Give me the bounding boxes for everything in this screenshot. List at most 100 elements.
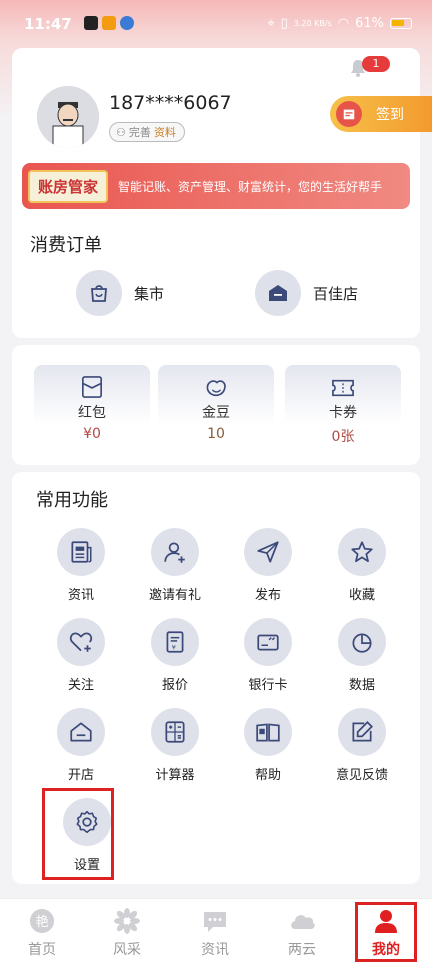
open-store-icon [57,708,105,756]
ledger-description: 智能记账、资产管理、财富统计，您的生活好帮手 [118,179,383,194]
tab-news[interactable]: 资讯 [185,907,245,959]
cloud-icon [288,907,316,935]
functions-title: 常用功能 [36,490,108,511]
home-logo-icon: 艳 [28,907,56,935]
func-bank-card-label: 银行卡 [248,678,288,693]
price-sheet-icon: ¥ [151,618,199,666]
user-edit-icon: ⚇ [116,125,126,139]
func-help-label: 帮助 [254,768,281,783]
profile-card: 1 187****6067 ⚇ 完善 资料 签到 账房管家 智能记账、资产管理、财… [12,48,432,338]
location-icon: ⌖ [267,16,275,31]
order-market-label: 集市 [134,284,165,303]
func-data[interactable]: 数据 [322,618,402,693]
func-news[interactable]: 资讯 [41,528,121,603]
status-app-icons [84,16,134,30]
shopping-bag-icon [76,270,122,316]
tab-mine-highlight-box [355,902,417,962]
func-calculator[interactable]: 计算器 [135,708,215,783]
tab-cloud[interactable]: 两云 [272,907,332,959]
func-favorite-label: 收藏 [348,588,375,603]
calendar-check-icon [336,101,362,127]
tab-home-label: 首页 [28,942,56,958]
func-quote-label: 报价 [161,678,188,693]
wallet-coupon[interactable]: 卡券 0张 [285,365,401,449]
battery-icon [390,18,412,29]
func-feedback[interactable]: 意见反馈 [322,708,402,783]
func-data-label: 数据 [348,678,375,693]
heart-plus-icon [57,618,105,666]
order-store[interactable]: 百佳店 [255,270,358,316]
wallet-gold-bean-name: 金豆 [202,405,230,421]
star-icon [338,528,386,576]
calculator-icon [151,708,199,756]
avatar-illustration [37,86,99,148]
sign-in-button[interactable]: 签到 [330,96,432,132]
newspaper-icon [57,528,105,576]
status-time: 11:47 [24,15,72,33]
status-bar: 11:47 ⌖ ▯ 3.20 KB/s ◠ 61% [0,0,432,48]
sign-in-label: 签到 [376,107,404,123]
bean-icon [158,365,274,399]
user-phone: 187****6067 [109,92,232,114]
feedback-edit-icon [338,708,386,756]
settings-highlight-box [42,788,114,880]
avatar[interactable] [37,86,99,148]
vibrate-icon: ▯ [280,16,288,31]
ledger-banner[interactable]: 账房管家 智能记账、资产管理、财富统计，您的生活好帮手 [22,163,410,209]
wallet-coupon-name: 卡券 [329,405,357,421]
chat-bubble-icon [201,907,229,935]
func-publish[interactable]: 发布 [228,528,308,603]
shopping-app-icon [102,16,116,30]
coupon-icon [285,365,401,399]
complete-profile-button[interactable]: ⚇ 完善 资料 [109,122,185,142]
func-follow[interactable]: 关注 [41,618,121,693]
red-envelope-icon [34,365,150,399]
svg-text:艳: 艳 [35,914,48,930]
wallet-coupon-value: 0张 [331,429,355,445]
tiktok-icon [84,16,98,30]
ledger-title: 账房管家 [28,169,109,203]
wallet-card: 红包 ¥0 金豆 10 卡券 0张 [12,345,420,465]
tab-style-label: 风采 [113,942,141,958]
tab-style[interactable]: 风采 [97,907,157,959]
orders-title: 消费订单 [30,235,102,256]
paper-plane-icon [244,528,292,576]
wifi-icon: ◠ [337,16,350,31]
svg-text:¥: ¥ [172,644,176,652]
battery-percent: 61% [355,16,384,31]
wallet-red-envelope[interactable]: 红包 ¥0 [34,365,150,449]
book-icon [244,708,292,756]
notification-badge: 1 [362,56,390,72]
func-open-store[interactable]: 开店 [41,708,121,783]
wallet-red-envelope-value: ¥0 [83,426,101,442]
wallet-gold-bean-value: 10 [207,426,225,442]
order-market[interactable]: 集市 [76,270,164,316]
pie-chart-icon [338,618,386,666]
invite-user-icon [151,528,199,576]
func-invite-label: 邀请有礼 [148,588,201,603]
status-right: ⌖ ▯ 3.20 KB/s ◠ 61% [267,16,412,31]
func-favorite[interactable]: 收藏 [322,528,402,603]
wallet-gold-bean[interactable]: 金豆 10 [158,365,274,449]
func-bank-card[interactable]: 银行卡 [228,618,308,693]
app-notification-icon [120,16,134,30]
flower-icon [113,907,141,935]
func-publish-label: 发布 [254,588,281,603]
bank-card-icon [244,618,292,666]
store-icon [255,270,301,316]
func-quote[interactable]: ¥ 报价 [135,618,215,693]
complete-prefix: 完善 [128,126,151,139]
tab-home[interactable]: 艳 首页 [12,907,72,959]
func-follow-label: 关注 [67,678,94,693]
network-speed: 3.20 KB/s [293,18,332,28]
tab-news-label: 资讯 [201,942,229,958]
func-news-label: 资讯 [67,588,94,603]
tab-cloud-label: 两云 [288,942,316,958]
complete-highlight: 资料 [153,126,176,139]
order-store-label: 百佳店 [313,284,359,303]
wallet-red-envelope-name: 红包 [78,405,106,421]
func-invite[interactable]: 邀请有礼 [135,528,215,603]
func-feedback-label: 意见反馈 [335,768,388,783]
func-open-store-label: 开店 [67,768,94,783]
func-help[interactable]: 帮助 [228,708,308,783]
